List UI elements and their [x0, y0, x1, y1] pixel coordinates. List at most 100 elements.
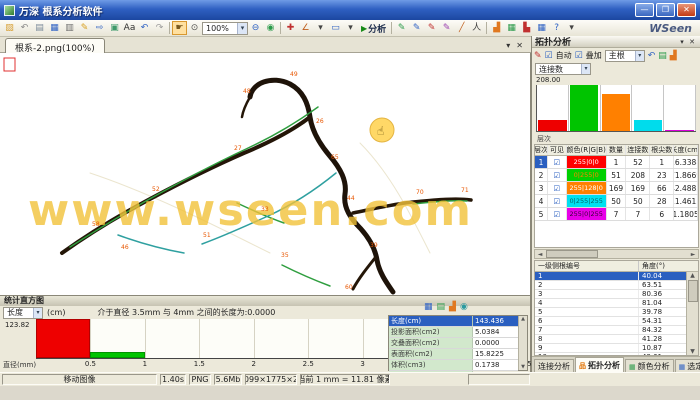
stats-table-scrollbar[interactable]: ▲ ▼	[518, 316, 527, 370]
manual-trace-icon[interactable]: 人	[469, 21, 484, 35]
tab-selected-edge-info[interactable]: ▦选定边信息	[675, 359, 700, 372]
layer-table-row[interactable]: 4☑0|255|25550502811.4615	[535, 195, 698, 208]
table-export-icon[interactable]: ▦	[504, 21, 519, 35]
angle-table-row[interactable]: 380.36	[535, 290, 688, 299]
angle-table-row[interactable]: 910.87	[535, 344, 688, 353]
angle-table-row[interactable]: 263.51	[535, 281, 688, 290]
maximize-button[interactable]: ❐	[656, 3, 675, 17]
layer-table-row[interactable]: 3☑255|128|01691696642.4885	[535, 182, 698, 195]
excel-export-icon[interactable]: ▤	[658, 51, 667, 61]
visible-checkbox[interactable]: ☑	[548, 182, 567, 194]
analyze-button[interactable]: ▶分析	[358, 22, 389, 35]
zoom-level-combo[interactable]: 100%▾	[202, 22, 248, 35]
hand-pan-tool-icon[interactable]: ☛	[172, 21, 187, 35]
grid-icon[interactable]: ▦	[534, 21, 549, 35]
scroll-right-icon[interactable]: ►	[688, 251, 698, 258]
eraser-tool-icon[interactable]: ╱	[454, 21, 469, 35]
undo-icon[interactable]: ↶	[137, 21, 152, 35]
minimize-button[interactable]: —	[635, 3, 654, 17]
dropdown-caret-icon[interactable]: ▾	[313, 21, 328, 35]
stats-row[interactable]: 长度(cm)143.436	[389, 316, 518, 327]
histogram-icon[interactable]: ▙	[519, 21, 534, 35]
scroll-down-icon[interactable]: ▼	[521, 364, 525, 370]
trace-edit-purple-icon[interactable]: ✎	[439, 21, 454, 35]
close-button[interactable]: ✕	[677, 3, 696, 17]
zoom-out-icon[interactable]: ⊖	[248, 21, 263, 35]
globe-view-icon[interactable]: ◉	[263, 21, 278, 35]
visible-checkbox[interactable]: ☑	[548, 156, 567, 168]
tab-topology-analysis[interactable]: 品拓扑分析	[575, 357, 624, 372]
close-document-icon[interactable]: ✕	[516, 41, 523, 50]
scroll-down-icon[interactable]: ▼	[690, 348, 695, 355]
trace-edit-green-icon[interactable]: ✎	[394, 21, 409, 35]
stat-name: 投影面积(cm2)	[389, 327, 473, 337]
scroll-up-icon[interactable]: ▲	[521, 316, 525, 322]
auto-checkbox[interactable]: ☑	[545, 51, 553, 61]
print-icon[interactable]: ▥	[62, 21, 77, 35]
scrollbar-thumb[interactable]	[688, 280, 698, 302]
open-folder-icon[interactable]: ▨	[2, 21, 17, 35]
mark-tool-icon[interactable]: ✚	[283, 21, 298, 35]
dropdown-caret-icon[interactable]: ▾	[343, 21, 358, 35]
pin-panel-icon[interactable]: ▾	[677, 38, 687, 46]
undo-icon[interactable]: ↶	[648, 51, 656, 61]
text-tool-icon[interactable]: Aa	[122, 21, 137, 35]
angle-tool-icon[interactable]: ∠	[298, 21, 313, 35]
export-icon[interactable]: ⇨	[92, 21, 107, 35]
rect-select-tool-icon[interactable]: ▭	[328, 21, 343, 35]
scroll-up-icon[interactable]: ▲	[690, 272, 695, 279]
tab-icon: ▦	[679, 363, 686, 371]
root-select-combo[interactable]: 主根 ▾	[605, 50, 645, 62]
angle-table-row[interactable]: 654.31	[535, 317, 688, 326]
visible-checkbox[interactable]: ☑	[548, 169, 567, 181]
scrollbar-thumb[interactable]	[546, 250, 598, 258]
angle-table-row[interactable]: 539.78	[535, 308, 688, 317]
chart-export-icon[interactable]: ▟	[670, 51, 677, 61]
layer-table-row[interactable]: 5☑255|0|2557761.1805	[535, 208, 698, 221]
image-canvas[interactable]: www.wseen.com ☝ 484926654427525870713960…	[0, 53, 531, 295]
zoom-search-icon[interactable]: ⊙	[187, 21, 202, 35]
excel-export-icon[interactable]: ▤	[437, 302, 446, 312]
revert-icon[interactable]: ↶	[17, 21, 32, 35]
angle-table-row[interactable]: 841.28	[535, 335, 688, 344]
settings-icon[interactable]: ◉	[460, 302, 468, 312]
tab-list-caret-icon[interactable]: ▾	[506, 41, 510, 50]
save-icon[interactable]: ▦	[424, 302, 433, 312]
angle-table-row[interactable]: 140.04	[535, 272, 688, 281]
document-tab[interactable]: 根系-2.png(100%)	[5, 38, 105, 53]
angle-table-row[interactable]: 784.32	[535, 326, 688, 335]
vertical-scrollbar[interactable]: ▲ ▼	[686, 272, 698, 355]
horizontal-scrollbar[interactable]: ◄ ►	[534, 249, 699, 259]
stats-row[interactable]: 交叠面积(cm2)0.0000	[389, 338, 518, 349]
chart-icon[interactable]: ▟	[449, 302, 456, 312]
stats-row[interactable]: 投影面积(cm2)5.0384	[389, 327, 518, 338]
copy-icon[interactable]: ▤	[32, 21, 47, 35]
tab-connection-analysis[interactable]: 连接分析	[534, 359, 574, 372]
histogram-metric-combo[interactable]: 长度 ▾	[3, 307, 43, 319]
image-icon[interactable]: ▣	[107, 21, 122, 35]
metric-select-combo[interactable]: 连接数 ▾	[535, 63, 591, 75]
angle-table-row[interactable]: 481.04	[535, 299, 688, 308]
overlay-checkbox[interactable]: ☑	[575, 51, 583, 61]
tab-color-analysis[interactable]: ▦颜色分析	[625, 359, 674, 372]
layer-table-row[interactable]: 1☑255|0|0152116.3388	[535, 156, 698, 169]
help-icon[interactable]: ?	[549, 21, 564, 35]
dropdown-caret-icon[interactable]: ▾	[564, 21, 579, 35]
visible-checkbox[interactable]: ☑	[548, 195, 567, 207]
edit-tool-icon[interactable]: ✎	[534, 51, 542, 61]
pencil-icon[interactable]: ✎	[77, 21, 92, 35]
visible-checkbox[interactable]: ☑	[548, 208, 567, 220]
stats-row[interactable]: 表面积(cm2)15.8225	[389, 349, 518, 360]
trace-edit-red-icon[interactable]: ✎	[424, 21, 439, 35]
bar-chart-icon[interactable]: ▟	[489, 21, 504, 35]
value-cell: 50	[626, 195, 650, 207]
scroll-left-icon[interactable]: ◄	[535, 251, 545, 258]
save-icon[interactable]: ▦	[47, 21, 62, 35]
redo-icon[interactable]: ↷	[152, 21, 167, 35]
close-panel-icon[interactable]: ✕	[687, 38, 697, 46]
layer-table-row[interactable]: 2☑0|255|0512082371.8669	[535, 169, 698, 182]
lateral-root-id: 4	[535, 299, 639, 307]
trace-edit-blue-icon[interactable]: ✎	[409, 21, 424, 35]
tab-label: 颜色分析	[638, 361, 670, 372]
stats-row[interactable]: 体积(cm3)0.1738	[389, 360, 518, 371]
